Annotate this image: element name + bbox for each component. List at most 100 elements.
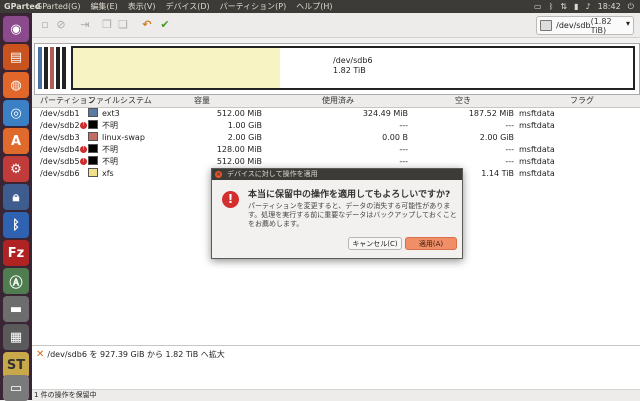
menu-gparted[interactable]: GParted(G) bbox=[36, 0, 80, 13]
keyboard-icon[interactable]: ▭ bbox=[534, 0, 542, 13]
filesystem-color-swatch bbox=[88, 108, 98, 117]
new-partition-icon[interactable]: ▫ bbox=[38, 17, 52, 31]
col-free[interactable]: 空き bbox=[412, 95, 514, 107]
size-cell: 512.00 MiB bbox=[216, 109, 262, 118]
apply-check-icon[interactable]: ✔ bbox=[158, 17, 172, 31]
dash-icon[interactable]: ◉ bbox=[3, 16, 29, 42]
partition-name: /dev/sdb4 bbox=[40, 145, 80, 154]
calculator-icon[interactable]: ▦ bbox=[3, 324, 29, 350]
device-name: /dev/sdb bbox=[556, 21, 591, 30]
disk-map-sdb4[interactable] bbox=[56, 47, 60, 89]
chromium-icon[interactable]: ◎ bbox=[3, 100, 29, 126]
menu-partition[interactable]: パーティション(P) bbox=[220, 0, 287, 13]
filesystem-name: linux-swap bbox=[102, 133, 145, 142]
table-header: パーティション ファイルシステム 容量 使用済み 空き フラグ bbox=[32, 95, 640, 108]
free-cell: 2.00 GiB bbox=[479, 133, 514, 142]
filesystem-color-swatch bbox=[88, 132, 98, 141]
filesystem-color-swatch bbox=[88, 156, 98, 165]
power-icon[interactable]: ⏻ bbox=[628, 0, 634, 13]
toolbar: ▫ ⊘ ⇥ ❐ ❏ ↶ ✔ /dev/sdb (1.82 TiB) ▾ bbox=[32, 13, 640, 38]
filesystem-color-swatch bbox=[88, 120, 98, 129]
firefox-icon[interactable]: ◍ bbox=[3, 72, 29, 98]
used-space-fill bbox=[73, 48, 280, 88]
partition-name: /dev/sdb1 bbox=[40, 109, 80, 118]
delete-partition-icon[interactable]: ⊘ bbox=[54, 17, 68, 31]
menu-device[interactable]: デバイス(D) bbox=[165, 0, 209, 13]
used-cell: --- bbox=[399, 121, 408, 130]
disk-map-sdb2[interactable] bbox=[44, 47, 48, 89]
partition-name: /dev/sdb3 bbox=[40, 133, 80, 142]
disk-map-sdb1[interactable] bbox=[38, 47, 42, 89]
paste-icon[interactable]: ❏ bbox=[116, 17, 130, 31]
menubar: GParted(G) 編集(E) 表示(V) デバイス(D) パーティション(P… bbox=[36, 0, 332, 13]
battery-icon[interactable]: ▮ bbox=[574, 0, 578, 13]
partition-name: /dev/sdb5 bbox=[40, 157, 80, 166]
size-cell: 1.00 GiB bbox=[227, 121, 262, 130]
table-row[interactable]: /dev/sdb4! 不明 128.00 MiB --- --- msftdata bbox=[32, 144, 640, 156]
copy-icon[interactable]: ❐ bbox=[100, 17, 114, 31]
menu-edit[interactable]: 編集(E) bbox=[90, 0, 117, 13]
pending-operation-item[interactable]: ✕ /dev/sdb6 を 927.39 GiB から 1.82 TiB へ拡大 bbox=[36, 349, 225, 360]
flags-cell: msftdata bbox=[519, 109, 555, 118]
clock[interactable]: 18:42 bbox=[598, 0, 621, 13]
lock-icon[interactable]: 🔒︎ bbox=[3, 184, 29, 210]
system-tray: ▭ ᛒ ⇅ ▮ ♪ 18:42 ⏻ bbox=[534, 0, 634, 13]
disk-map-partition-name: /dev/sdb6 bbox=[333, 56, 373, 65]
size-cell: 128.00 MiB bbox=[216, 145, 262, 154]
undo-icon[interactable]: ↶ bbox=[140, 17, 154, 31]
col-used[interactable]: 使用済み bbox=[268, 95, 408, 107]
table-row[interactable]: /dev/sdb2! 不明 1.00 GiB --- --- msftdata bbox=[32, 120, 640, 132]
device-size: (1.82 TiB) bbox=[590, 16, 612, 35]
apply-operations-dialog: × デバイスに対して操作を適用 ! 本当に保留中の操作を適用してもよろしいですか… bbox=[211, 168, 463, 259]
cancel-button[interactable]: キャンセル(C) bbox=[348, 237, 402, 250]
volume-icon[interactable]: ♪ bbox=[586, 0, 591, 13]
filesystem-name: ext3 bbox=[102, 109, 120, 118]
col-size[interactable]: 容量 bbox=[142, 95, 262, 107]
disk-map-sdb6[interactable]: /dev/sdb6 1.82 TiB bbox=[71, 46, 635, 90]
launcher: ◉ ▤ ◍ ◎ A ⚙ 🔒︎ ᛒ Fz Ⓐ ▬ ▦ ST ▭ bbox=[0, 13, 32, 401]
filezilla-icon[interactable]: Fz bbox=[3, 240, 29, 266]
menu-view[interactable]: 表示(V) bbox=[128, 0, 156, 13]
partition-name: /dev/sdb2 bbox=[40, 121, 80, 130]
files-icon[interactable]: ▤ bbox=[3, 44, 29, 70]
size-cell: 512.00 MiB bbox=[216, 157, 262, 166]
free-cell: --- bbox=[505, 157, 514, 166]
free-cell: 187.52 MiB bbox=[468, 109, 514, 118]
table-row[interactable]: /dev/sdb3 linux-swap 2.00 GiB 0.00 B 2.00 Gi… bbox=[32, 132, 640, 144]
settings-icon[interactable]: ⚙ bbox=[3, 156, 29, 182]
chevron-down-icon: ▾ bbox=[625, 19, 630, 28]
network-icon[interactable]: ⇅ bbox=[560, 0, 567, 13]
dialog-body: パーティションを変更すると、データの消失する可能性があります。処理を実行する前に… bbox=[248, 202, 457, 228]
status-text: 1 件の操作を保留中 bbox=[34, 391, 97, 399]
used-cell: --- bbox=[399, 157, 408, 166]
disk-map-partition-size: 1.82 TiB bbox=[333, 66, 366, 75]
size-cell: 2.00 GiB bbox=[227, 133, 262, 142]
status-bar: 1 件の操作を保留中 bbox=[32, 389, 640, 401]
resize-move-icon[interactable]: ⇥ bbox=[78, 17, 92, 31]
bluetooth-icon[interactable]: ᛒ bbox=[549, 0, 554, 13]
flags-cell: msftdata bbox=[519, 157, 555, 166]
warning-icon: ! bbox=[222, 191, 239, 208]
dialog-heading: 本当に保留中の操作を適用してもよろしいですか? bbox=[248, 190, 451, 200]
bluetooth-app-icon[interactable]: ᛒ bbox=[3, 212, 29, 238]
table-row[interactable]: /dev/sdb5! 不明 512.00 MiB --- --- msftdata bbox=[32, 156, 640, 168]
printer-icon[interactable]: ▭ bbox=[3, 375, 29, 401]
filesystem-name: 不明 bbox=[102, 121, 118, 130]
disk-map-sdb3[interactable] bbox=[50, 47, 54, 89]
used-cell: --- bbox=[399, 145, 408, 154]
col-flags[interactable]: フラグ bbox=[552, 95, 612, 107]
close-icon[interactable]: × bbox=[215, 171, 222, 178]
filesystem-cell: linux-swap bbox=[88, 132, 145, 144]
software-center-icon[interactable]: A bbox=[3, 128, 29, 154]
menu-help[interactable]: ヘルプ(H) bbox=[296, 0, 332, 13]
device-selector[interactable]: /dev/sdb (1.82 TiB) ▾ bbox=[536, 16, 634, 35]
archive-icon[interactable]: Ⓐ bbox=[3, 268, 29, 294]
dialog-titlebar: × デバイスに対して操作を適用 bbox=[212, 169, 462, 180]
pending-operations-panel: ✕ /dev/sdb6 を 927.39 GiB から 1.82 TiB へ拡大 bbox=[32, 345, 640, 390]
table-row[interactable]: /dev/sdb1 ext3 512.00 MiB 324.49 MiB 187.52 … bbox=[32, 108, 640, 120]
apply-button[interactable]: 適用(A) bbox=[405, 237, 457, 250]
disk-map-sdb5[interactable] bbox=[62, 47, 66, 89]
scanner-icon[interactable]: ▬ bbox=[3, 296, 29, 322]
top-panel: GParted GParted(G) 編集(E) 表示(V) デバイス(D) パ… bbox=[0, 0, 640, 13]
free-cell: --- bbox=[505, 145, 514, 154]
